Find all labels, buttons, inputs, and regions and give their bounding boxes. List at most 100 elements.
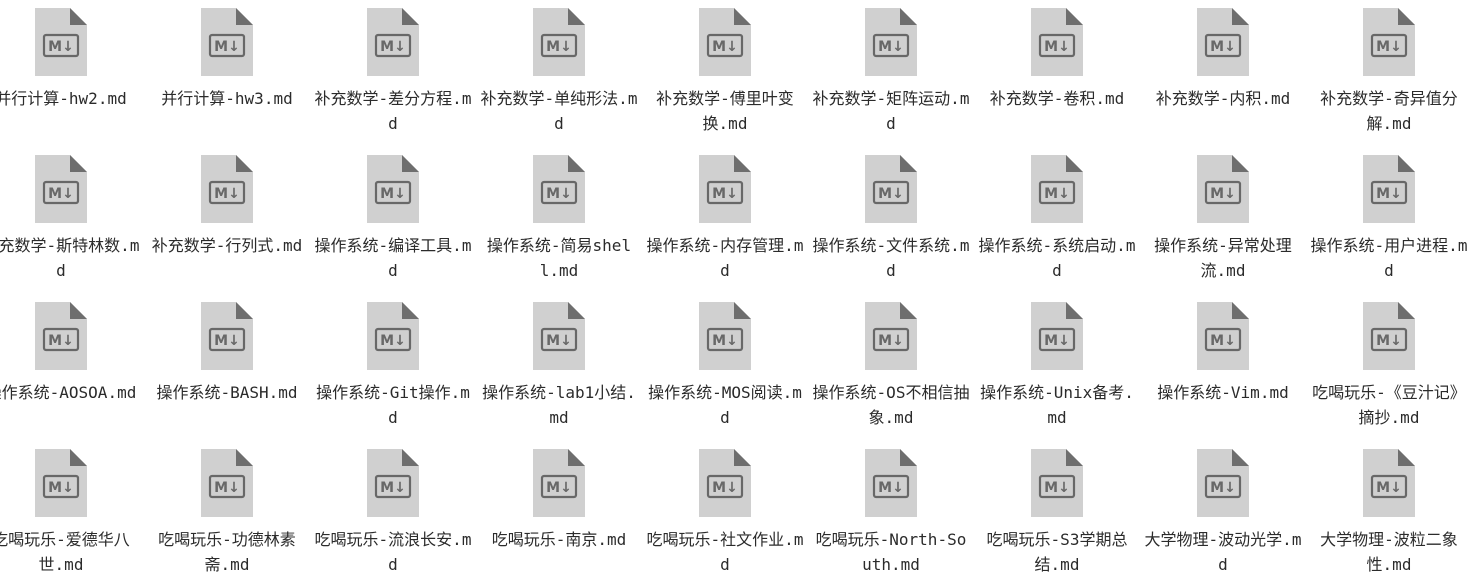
file-item[interactable]: M↓ 操作系统-异常处理流.md [1140,147,1306,294]
svg-text:M↓: M↓ [1044,39,1070,55]
svg-text:M↓: M↓ [1044,333,1070,349]
markdown-file-icon: M↓ [698,7,752,77]
markdown-file-icon: M↓ [1196,301,1250,371]
svg-text:M↓: M↓ [1210,480,1236,496]
file-item[interactable]: M↓ 操作系统-Unix备考.md [974,294,1140,441]
file-item[interactable]: M↓ 吃喝玩乐-功德林素斋.md [144,441,310,588]
svg-text:M↓: M↓ [380,39,406,55]
file-item[interactable]: M↓ 操作系统-lab1小结.md [476,294,642,441]
file-item[interactable]: M↓ 操作系统-AOSOA.md [0,294,144,441]
file-name-label: 补充数学-奇异值分解.md [1320,89,1458,133]
file-item[interactable]: M↓ 操作系统-内存管理.md [642,147,808,294]
file-name-label: 操作系统-文件系统.md [812,236,970,280]
markdown-file-icon: M↓ [1362,301,1416,371]
svg-text:M↓: M↓ [48,333,74,349]
svg-text:M↓: M↓ [546,186,572,202]
file-name-label: 吃喝玩乐-S3学期总结.md [986,530,1128,574]
file-name-label: 操作系统-AOSOA.md [0,383,137,402]
markdown-file-icon: M↓ [366,448,420,518]
file-name-label: 补充数学-斯特林数.md [0,236,140,280]
file-item[interactable]: M↓ 吃喝玩乐-S3学期总结.md [974,441,1140,588]
markdown-file-icon: M↓ [532,154,586,224]
markdown-file-icon: M↓ [1196,154,1250,224]
file-item[interactable]: M↓ 补充数学-奇异值分解.md [1306,0,1472,147]
file-item[interactable]: M↓ 吃喝玩乐-North-South.md [808,441,974,588]
markdown-file-icon: M↓ [532,301,586,371]
svg-text:M↓: M↓ [214,39,240,55]
file-item[interactable]: M↓ 补充数学-单纯形法.md [476,0,642,147]
svg-text:M↓: M↓ [712,39,738,55]
markdown-file-icon: M↓ [34,154,88,224]
svg-text:M↓: M↓ [380,186,406,202]
markdown-file-icon: M↓ [864,448,918,518]
svg-text:M↓: M↓ [214,186,240,202]
file-item[interactable]: M↓ 并行计算-hw2.md [0,0,144,147]
file-item[interactable]: M↓ 大学物理-波粒二象性.md [1306,441,1472,588]
markdown-file-icon: M↓ [366,7,420,77]
markdown-file-icon: M↓ [698,154,752,224]
file-name-label: 补充数学-差分方程.md [314,89,472,133]
file-item[interactable]: M↓ 补充数学-行列式.md [144,147,310,294]
markdown-file-icon: M↓ [1362,448,1416,518]
file-item[interactable]: M↓ 吃喝玩乐-南京.md [476,441,642,588]
file-item[interactable]: M↓ 操作系统-Vim.md [1140,294,1306,441]
file-name-label: 大学物理-波粒二象性.md [1320,530,1458,574]
file-item[interactable]: M↓ 操作系统-用户进程.md [1306,147,1472,294]
file-name-label: 吃喝玩乐-南京.md [491,530,627,549]
markdown-file-icon: M↓ [200,154,254,224]
file-item[interactable]: M↓ 补充数学-卷积.md [974,0,1140,147]
file-item[interactable]: M↓ 补充数学-傅里叶变换.md [642,0,808,147]
markdown-file-icon: M↓ [698,301,752,371]
file-name-label: 操作系统-BASH.md [156,383,298,402]
file-item[interactable]: M↓ 操作系统-编译工具.md [310,147,476,294]
file-name-label: 补充数学-卷积.md [989,89,1125,108]
markdown-file-icon: M↓ [1196,7,1250,77]
file-item[interactable]: M↓ 并行计算-hw3.md [144,0,310,147]
file-item[interactable]: M↓ 吃喝玩乐-社文作业.md [642,441,808,588]
svg-text:M↓: M↓ [48,39,74,55]
svg-text:M↓: M↓ [1044,186,1070,202]
file-name-label: 大学物理-波动光学.md [1144,530,1302,574]
svg-text:M↓: M↓ [214,333,240,349]
file-item[interactable]: M↓ 补充数学-内积.md [1140,0,1306,147]
file-name-label: 操作系统-OS不相信抽象.md [812,383,970,427]
file-name-label: 操作系统-内存管理.md [646,236,804,280]
svg-text:M↓: M↓ [878,333,904,349]
file-item[interactable]: M↓ 补充数学-矩阵运动.md [808,0,974,147]
file-name-label: 补充数学-傅里叶变换.md [656,89,794,133]
file-name-label: 吃喝玩乐-爱德华八世.md [0,530,130,574]
markdown-file-icon: M↓ [864,301,918,371]
svg-text:M↓: M↓ [1376,480,1402,496]
svg-text:M↓: M↓ [878,480,904,496]
markdown-file-icon: M↓ [34,448,88,518]
file-name-label: 并行计算-hw2.md [0,89,127,108]
file-item[interactable]: M↓ 吃喝玩乐-爱德华八世.md [0,441,144,588]
markdown-file-icon: M↓ [1030,7,1084,77]
svg-text:M↓: M↓ [1376,186,1402,202]
file-item[interactable]: M↓ 补充数学-差分方程.md [310,0,476,147]
markdown-file-icon: M↓ [34,7,88,77]
svg-text:M↓: M↓ [48,480,74,496]
file-item[interactable]: M↓ 操作系统-Git操作.md [310,294,476,441]
file-item[interactable]: M↓ 操作系统-BASH.md [144,294,310,441]
svg-text:M↓: M↓ [214,480,240,496]
file-name-label: 吃喝玩乐-North-South.md [815,530,967,574]
file-item[interactable]: M↓ 操作系统-系统启动.md [974,147,1140,294]
file-item[interactable]: M↓ 操作系统-简易shell.md [476,147,642,294]
file-name-label: 操作系统-Git操作.md [316,383,470,427]
file-item[interactable]: M↓ 大学物理-波动光学.md [1140,441,1306,588]
file-item[interactable]: M↓ 操作系统-MOS阅读.md [642,294,808,441]
file-item[interactable]: M↓ 补充数学-斯特林数.md [0,147,144,294]
file-item[interactable]: M↓ 操作系统-文件系统.md [808,147,974,294]
file-name-label: 操作系统-lab1小结.md [482,383,636,427]
file-name-label: 操作系统-编译工具.md [314,236,472,280]
file-item[interactable]: M↓ 吃喝玩乐-流浪长安.md [310,441,476,588]
markdown-file-icon: M↓ [366,154,420,224]
file-name-label: 补充数学-单纯形法.md [480,89,638,133]
markdown-file-icon: M↓ [1030,301,1084,371]
file-item[interactable]: M↓ 操作系统-OS不相信抽象.md [808,294,974,441]
markdown-file-icon: M↓ [200,7,254,77]
file-item[interactable]: M↓ 吃喝玩乐-《豆汁记》摘抄.md [1306,294,1472,441]
markdown-file-icon: M↓ [1030,448,1084,518]
file-name-label: 操作系统-Vim.md [1157,383,1289,402]
